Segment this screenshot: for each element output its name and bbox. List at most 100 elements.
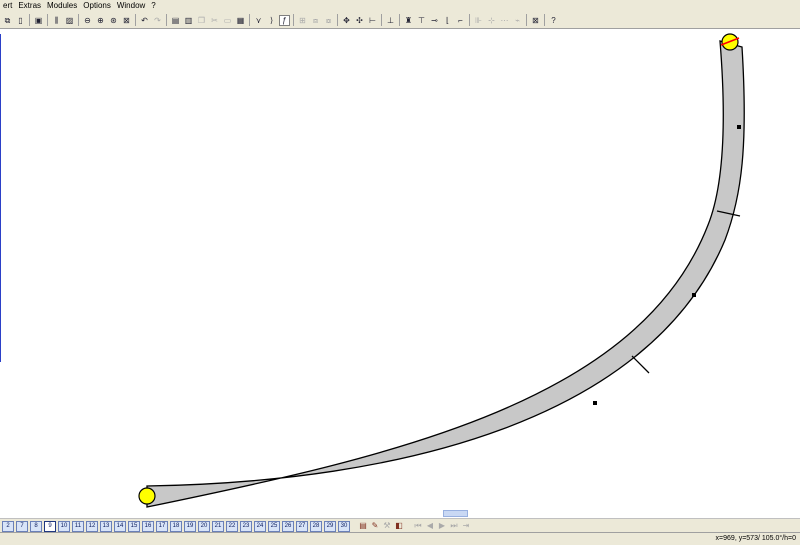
new-sheet-icon[interactable]: ▤ xyxy=(170,15,181,26)
zoom-fit-icon[interactable]: ⊛ xyxy=(108,15,119,26)
layer-first-icon[interactable]: ⏮ xyxy=(413,521,423,531)
toolbar-separator xyxy=(544,14,545,26)
height-icon[interactable]: ⊥ xyxy=(385,15,396,26)
menu-item-options[interactable]: Options xyxy=(80,0,114,12)
toolbar-separator xyxy=(249,14,250,26)
layer-button-26[interactable]: 26 xyxy=(282,520,294,532)
freehand-icon[interactable]: ƒ xyxy=(279,14,290,26)
layer-button-9[interactable]: 9 xyxy=(44,520,56,532)
segment-marker xyxy=(737,125,741,129)
clipboard-icon[interactable]: ▯ xyxy=(15,15,26,26)
layer-edit-icon[interactable]: ✎ xyxy=(370,521,380,531)
help-icon[interactable]: ? xyxy=(548,15,559,26)
zoom-all-icon[interactable]: ⊠ xyxy=(121,15,132,26)
rail-end-icon[interactable]: ⊤ xyxy=(416,15,427,26)
snap-icon[interactable]: ⋯ xyxy=(499,15,510,26)
copy-window-icon[interactable]: ⧉ xyxy=(2,15,13,26)
toolbar-separator xyxy=(337,14,338,26)
gradient-icon[interactable]: ⌊ xyxy=(442,15,453,26)
layer-button-22[interactable]: 22 xyxy=(226,520,238,532)
toolbar-separator xyxy=(469,14,470,26)
layer-button-23[interactable]: 23 xyxy=(240,520,252,532)
grid-icon[interactable]: ⊹ xyxy=(486,15,497,26)
save-icon[interactable]: ▦ xyxy=(235,15,246,26)
layer-button-30[interactable]: 30 xyxy=(338,520,350,532)
toolbar-separator xyxy=(47,14,48,26)
zoom-in-icon[interactable]: ⊕ xyxy=(95,15,106,26)
layer-end-icon[interactable]: ⇥ xyxy=(461,521,471,531)
track-endpoint-top[interactable] xyxy=(720,33,740,51)
measure-icon[interactable]: ⊢ xyxy=(367,15,378,26)
layer-button-2[interactable]: 2 xyxy=(2,520,14,532)
layer-button-20[interactable]: 20 xyxy=(198,520,210,532)
disconnect-icon[interactable]: ✣ xyxy=(354,15,365,26)
align-icon[interactable]: ⊞ xyxy=(297,15,308,26)
curve-icon[interactable]: ⟩ xyxy=(266,15,277,26)
paste-icon[interactable]: ▭ xyxy=(222,15,233,26)
track-canvas[interactable] xyxy=(0,30,800,518)
sheet-icon[interactable]: ▥ xyxy=(183,15,194,26)
cut-icon[interactable]: ✂ xyxy=(209,15,220,26)
layer-prev-icon[interactable]: ◀ xyxy=(425,521,435,531)
track-endpoint-bottom[interactable] xyxy=(138,487,156,505)
properties-icon[interactable]: ⫼ xyxy=(51,15,62,26)
main-toolbar: ⧉ ▯ ▣ ⫼ ▨ ⊖ ⊕ ⊛ ⊠ ↶ ↷ ▤ ▥ ❐ ✂ ▭ ▦ ⋎ ⟩ ƒ ⊞ ⧈ ⧇ ✥ ✣ ⊢ ⊥ ♜ ⊤ ⊸ ⌊ ⌐ ⊪ ⊹ ⋯ ⌁ ⊠? xyxy=(0,12,800,29)
layer-button-29[interactable]: 29 xyxy=(324,520,336,532)
layer-3d-icon[interactable]: ◧ xyxy=(394,521,404,531)
layer-button-11[interactable]: 11 xyxy=(72,520,84,532)
menu-bar: ert Extras Modules Options Window? xyxy=(0,0,800,12)
curved-track[interactable] xyxy=(146,40,745,508)
flex-track-icon[interactable]: ⋎ xyxy=(253,15,264,26)
layer-button-8[interactable]: 8 xyxy=(30,520,42,532)
slope-icon[interactable]: ⌐ xyxy=(455,15,466,26)
redo-icon[interactable]: ↷ xyxy=(152,15,163,26)
layer-button-15[interactable]: 15 xyxy=(128,520,140,532)
layer-button-7[interactable]: 7 xyxy=(16,520,28,532)
track-library-icon[interactable]: ▣ xyxy=(33,15,44,26)
straight-track-icon[interactable]: ⊸ xyxy=(429,15,440,26)
group-icon[interactable]: ⧈ xyxy=(310,15,321,26)
menu-item-extras[interactable]: Extras xyxy=(15,0,44,12)
copy-icon[interactable]: ❐ xyxy=(196,15,207,26)
route-icon[interactable]: ⌁ xyxy=(512,15,523,26)
layer-button-14[interactable]: 14 xyxy=(114,520,126,532)
layer-button-12[interactable]: 12 xyxy=(86,520,98,532)
horizontal-scrollbar-thumb[interactable] xyxy=(443,510,468,517)
segment-marker xyxy=(692,293,696,297)
undo-icon[interactable]: ↶ xyxy=(139,15,150,26)
layer-button-17[interactable]: 17 xyxy=(156,520,168,532)
layer-button-24[interactable]: 24 xyxy=(254,520,266,532)
ungroup-icon[interactable]: ⧇ xyxy=(323,15,334,26)
signal-icon[interactable]: ♜ xyxy=(403,15,414,26)
menu-item-window[interactable]: Window xyxy=(114,0,148,12)
layer-next-icon[interactable]: ▶ xyxy=(437,521,447,531)
toolbar-separator xyxy=(293,14,294,26)
track-drawing[interactable] xyxy=(0,30,800,518)
segment-marker xyxy=(593,401,597,405)
landscape-icon[interactable]: ▨ xyxy=(64,15,75,26)
layer-tools-icon[interactable]: ⚒ xyxy=(382,521,392,531)
toolbar-separator xyxy=(135,14,136,26)
layer-button-27[interactable]: 27 xyxy=(296,520,308,532)
connect-icon[interactable]: ✥ xyxy=(341,15,352,26)
layer-button-25[interactable]: 25 xyxy=(268,520,280,532)
layer-button-10[interactable]: 10 xyxy=(58,520,70,532)
layer-button-16[interactable]: 16 xyxy=(142,520,154,532)
layer-button-18[interactable]: 18 xyxy=(170,520,182,532)
layer-button-19[interactable]: 19 xyxy=(184,520,196,532)
toolbar-separator xyxy=(166,14,167,26)
zoom-out-icon[interactable]: ⊖ xyxy=(82,15,93,26)
layer-button-13[interactable]: 13 xyxy=(100,520,112,532)
menu-item-help[interactable]: ? xyxy=(148,0,158,12)
layer-last-icon[interactable]: ⏭ xyxy=(449,521,459,531)
center-icon[interactable]: ⊠ xyxy=(530,15,541,26)
menu-item-modules[interactable]: Modules xyxy=(44,0,80,12)
track-joint xyxy=(631,355,650,374)
layer-color-icon[interactable]: ▤ xyxy=(358,521,368,531)
cursor-coordinates: x=969, y=573/ 105.0°/h=0 xyxy=(715,535,796,542)
menu-item-ert[interactable]: ert xyxy=(0,0,15,12)
section-icon[interactable]: ⊪ xyxy=(473,15,484,26)
toolbar-separator xyxy=(29,14,30,26)
layer-button-28[interactable]: 28 xyxy=(310,520,322,532)
layer-button-21[interactable]: 21 xyxy=(212,520,224,532)
